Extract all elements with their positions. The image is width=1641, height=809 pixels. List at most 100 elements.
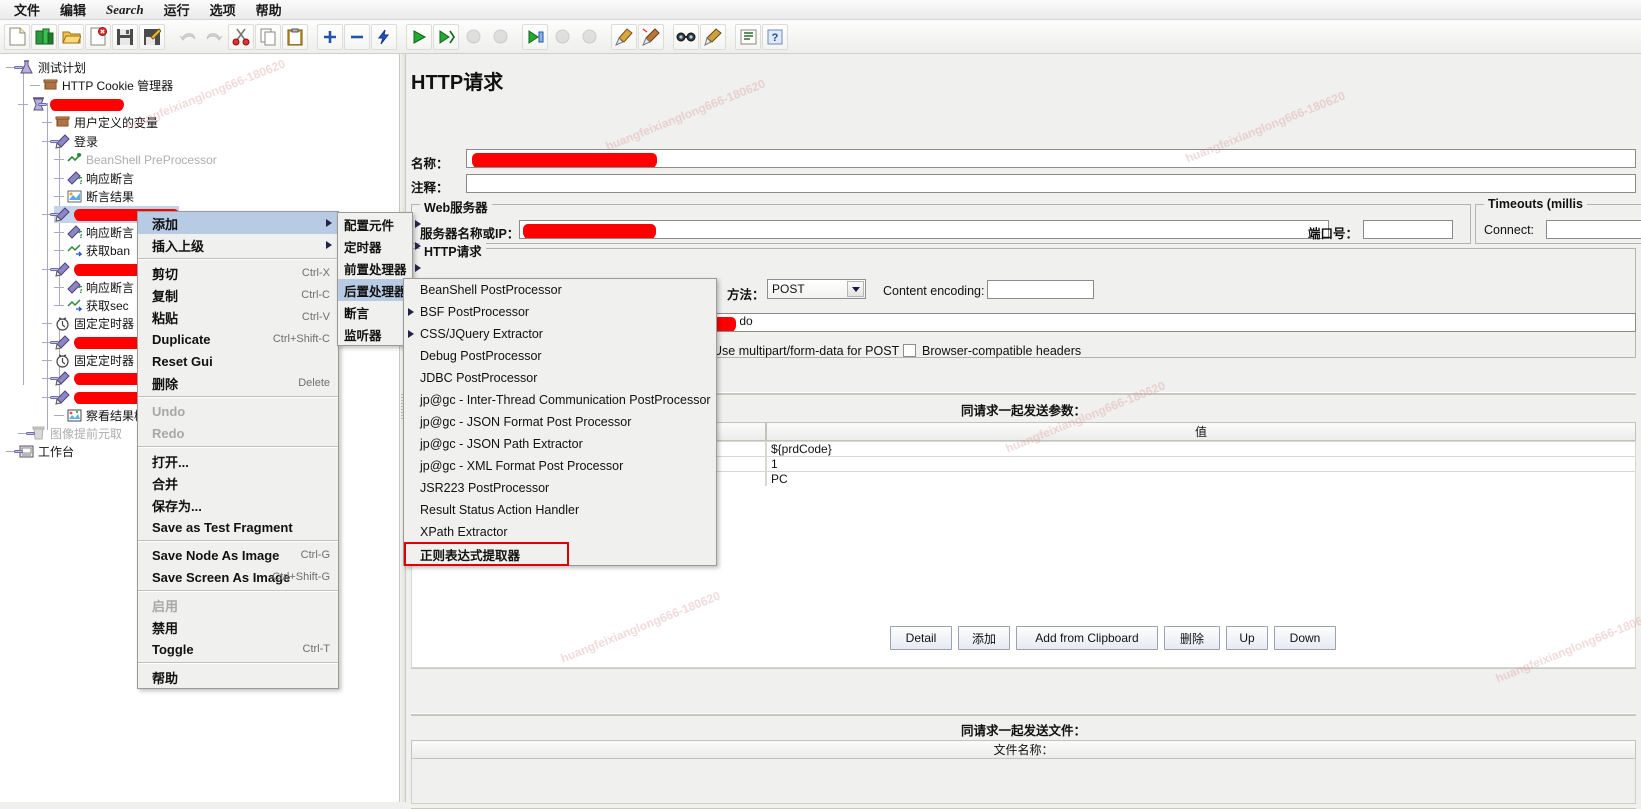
expand-icon[interactable] xyxy=(317,23,343,50)
context-menu-item-20[interactable]: Save Screen As Image Ctrl+Shift-G xyxy=(138,566,338,588)
tree-node-6[interactable]: BeanShell PreProcessor xyxy=(66,151,217,168)
tree-node-17[interactable]: 固定定时器 xyxy=(54,352,134,369)
params-column-header-2[interactable]: 值 xyxy=(766,422,1636,441)
content-encoding-input[interactable] xyxy=(987,280,1094,299)
server-input[interactable] xyxy=(519,220,1329,239)
method-combo[interactable]: POST xyxy=(767,279,866,299)
postprocessor-item-5[interactable]: JDBC PostProcessor xyxy=(404,367,716,389)
tree-node-1[interactable]: 测试计划 xyxy=(18,59,86,76)
function-helper-icon[interactable] xyxy=(735,23,761,50)
tree-expand-handle[interactable] xyxy=(50,265,59,274)
menu-item-3[interactable]: Search xyxy=(96,0,154,20)
context-menu-item-1[interactable]: 添加 xyxy=(138,212,338,234)
params-cell-value[interactable]: PC xyxy=(766,471,1636,487)
postprocessor-item-1[interactable]: BeanShell PostProcessor xyxy=(404,279,716,301)
collapse-icon[interactable] xyxy=(344,23,370,50)
context-menu-item-6[interactable]: 粘贴 Ctrl-V xyxy=(138,306,338,328)
tree-node-13[interactable]: ? 响应断言 xyxy=(66,279,134,296)
add-submenu-item-5[interactable]: 断言 xyxy=(338,301,421,323)
toggle-icon[interactable] xyxy=(371,23,397,50)
context-menu-item-14[interactable]: 打开... xyxy=(138,450,338,472)
context-menu-item-26[interactable]: 帮助 xyxy=(138,666,338,688)
menu-item-5[interactable]: 选项 xyxy=(200,0,246,21)
add-submenu[interactable]: 配置元件 定时器 前置处理器 后置处理器 断言 监听器 xyxy=(337,212,421,346)
postprocessor-submenu[interactable]: BeanShell PostProcessor BSF PostProcessor… xyxy=(403,278,717,566)
help-icon[interactable]: ? xyxy=(762,23,788,50)
postprocessor-item-3[interactable]: CSS/JQuery Extractor xyxy=(404,323,716,345)
params-cell-value[interactable]: 1 xyxy=(766,456,1636,472)
search-icon[interactable] xyxy=(673,23,699,50)
postprocessor-item-6[interactable]: jp@gc - Inter-Thread Communication PostP… xyxy=(404,389,716,411)
templates-icon[interactable] xyxy=(31,23,57,50)
context-menu-item-9[interactable]: 删除 Delete xyxy=(138,372,338,394)
context-menu-item-2[interactable]: 插入上级 xyxy=(138,234,338,256)
tree-expand-handle[interactable] xyxy=(38,100,47,109)
save-as-icon[interactable] xyxy=(139,23,165,50)
tree-expand-handle[interactable] xyxy=(50,137,59,146)
menu-item-2[interactable]: 编辑 xyxy=(50,0,96,21)
close-icon[interactable] xyxy=(85,23,111,50)
param-button-up[interactable]: Up xyxy=(1226,626,1268,650)
tree-expand-handle[interactable] xyxy=(50,210,59,219)
context-menu-item-15[interactable]: 合并 xyxy=(138,472,338,494)
start-no-pauses-icon[interactable] xyxy=(433,23,459,50)
add-submenu-item-6[interactable]: 监听器 xyxy=(338,323,421,345)
paste-icon[interactable] xyxy=(282,23,308,50)
open-icon[interactable] xyxy=(58,23,84,50)
tree-expand-handle[interactable] xyxy=(14,63,23,72)
chevron-down-icon[interactable] xyxy=(847,281,864,297)
menu-item-6[interactable]: 帮助 xyxy=(246,0,292,21)
postprocessor-item-7[interactable]: jp@gc - JSON Format Post Processor xyxy=(404,411,716,433)
cut-icon[interactable] xyxy=(228,23,254,50)
tree-node-11[interactable]: 获取ban xyxy=(66,242,130,259)
postprocessor-item-10[interactable]: JSR223 PostProcessor xyxy=(404,477,716,499)
param-button-[interactable]: 添加 xyxy=(958,626,1010,650)
clear-all-icon[interactable] xyxy=(638,23,664,50)
browser-compat-checkbox[interactable] xyxy=(903,344,916,357)
postprocessor-item-9[interactable]: jp@gc - XML Format Post Processor xyxy=(404,455,716,477)
postprocessor-item-2[interactable]: BSF PostProcessor xyxy=(404,301,716,323)
tree-node-7[interactable]: ? 响应断言 xyxy=(66,170,134,187)
new-icon[interactable] xyxy=(4,23,30,50)
add-submenu-item-4[interactable]: 后置处理器 xyxy=(338,279,421,301)
add-submenu-item-1[interactable]: 配置元件 xyxy=(338,213,421,235)
param-button-add-from-clipboard[interactable]: Add from Clipboard xyxy=(1016,626,1158,650)
tree-node-8[interactable]: 断言结果 xyxy=(66,188,134,205)
name-input[interactable] xyxy=(466,149,1636,168)
save-icon[interactable] xyxy=(112,23,138,50)
tree-node-14[interactable]: 获取sec xyxy=(66,297,129,314)
connect-input[interactable] xyxy=(1546,220,1641,239)
start-icon[interactable] xyxy=(406,23,432,50)
tree-node-4[interactable]: 用户定义的变量 xyxy=(54,114,158,131)
files-column-header[interactable]: 文件名称： xyxy=(411,740,1636,759)
context-menu-item-23[interactable]: 禁用 xyxy=(138,616,338,638)
tree-expand-handle[interactable] xyxy=(50,393,59,402)
tree-node-5[interactable]: 登录 xyxy=(54,133,98,150)
comment-input[interactable] xyxy=(466,174,1636,193)
postprocessor-item-4[interactable]: Debug PostProcessor xyxy=(404,345,716,367)
remote-start-icon[interactable] xyxy=(522,23,548,50)
context-menu-item-17[interactable]: Save as Test Fragment xyxy=(138,516,338,538)
param-button-[interactable]: 删除 xyxy=(1164,626,1220,650)
context-menu-item-24[interactable]: Toggle Ctrl-T xyxy=(138,638,338,660)
tree-expand-handle[interactable] xyxy=(26,429,35,438)
tree-node-2[interactable]: HTTP Cookie 管理器 xyxy=(42,77,173,94)
context-menu-item-19[interactable]: Save Node As Image Ctrl-G xyxy=(138,544,338,566)
tree-node-15[interactable]: 固定定时器 xyxy=(54,315,134,332)
context-menu-item-7[interactable]: Duplicate Ctrl+Shift-C xyxy=(138,328,338,350)
add-submenu-item-3[interactable]: 前置处理器 xyxy=(338,257,421,279)
tree-node-20[interactable]: 察看结果树 xyxy=(66,407,146,424)
postprocessor-item-8[interactable]: jp@gc - JSON Path Extractor xyxy=(404,433,716,455)
copy-icon[interactable] xyxy=(255,23,281,50)
tree-expand-handle[interactable] xyxy=(14,447,23,456)
postprocessor-item-11[interactable]: Result Status Action Handler xyxy=(404,499,716,521)
tree-node-22[interactable]: 工作台 xyxy=(18,443,74,460)
param-button-down[interactable]: Down xyxy=(1274,626,1336,650)
context-menu-item-4[interactable]: 剪切 Ctrl-X xyxy=(138,262,338,284)
tree-expand-handle[interactable] xyxy=(50,338,59,347)
tree-expand-handle[interactable] xyxy=(50,374,59,383)
add-submenu-item-2[interactable]: 定时器 xyxy=(338,235,421,257)
menu-item-4[interactable]: 运行 xyxy=(154,0,200,21)
search-reset-icon[interactable] xyxy=(700,23,726,50)
clear-icon[interactable] xyxy=(611,23,637,50)
